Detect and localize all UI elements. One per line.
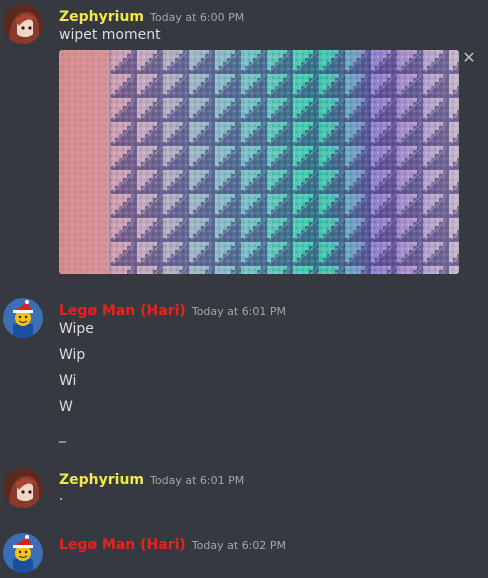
avatar[interactable] bbox=[3, 533, 43, 573]
timestamp: Today at 6:01 PM bbox=[150, 474, 245, 487]
avatar[interactable] bbox=[3, 468, 43, 508]
author-name[interactable]: Legø Man (Hari) bbox=[59, 537, 186, 553]
timestamp: Today at 6:00 PM bbox=[150, 11, 245, 24]
message-text: Wipe bbox=[59, 321, 94, 337]
message-header: Legø Man (Hari) Today at 6:01 PM bbox=[59, 300, 286, 319]
message-text: wipet moment bbox=[59, 27, 161, 43]
close-icon[interactable]: ✕ bbox=[461, 50, 477, 66]
image-attachment[interactable] bbox=[59, 50, 459, 274]
message-header: Legø Man (Hari) Today at 6:02 PM bbox=[59, 534, 286, 553]
message-header: Zephyrium Today at 6:01 PM bbox=[59, 469, 244, 488]
author-name[interactable]: Zephyrium bbox=[59, 472, 144, 488]
timestamp: Today at 6:01 PM bbox=[191, 305, 287, 318]
message-text: W bbox=[59, 399, 73, 415]
author-name[interactable]: Legø Man (Hari) bbox=[59, 303, 186, 319]
message-text: . bbox=[59, 488, 64, 504]
message-text: Wi bbox=[59, 373, 77, 389]
message-text: Wip bbox=[59, 347, 86, 363]
avatar[interactable] bbox=[3, 298, 43, 338]
message-header: Zephyrium Today at 6:00 PM bbox=[59, 6, 244, 25]
message-text: _ bbox=[59, 427, 66, 443]
timestamp: Today at 6:02 PM bbox=[191, 539, 287, 552]
avatar[interactable] bbox=[3, 4, 43, 44]
author-name[interactable]: Zephyrium bbox=[59, 9, 144, 25]
